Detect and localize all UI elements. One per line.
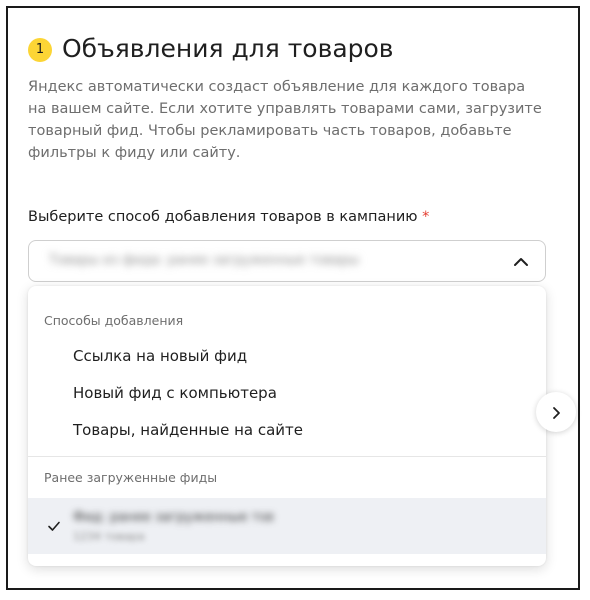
select-value: Товары из фида: ранее загруженные товары [49,253,359,268]
feed-title: Фид: ранее загруженные товары [73,510,273,525]
dropdown-divider [28,456,546,457]
section-description: Яндекс автоматически создаст объявление … [28,79,542,161]
check-icon [46,518,62,534]
option-feed-upload[interactable]: Новый фид с компьютера [28,375,546,411]
chevron-up-icon[interactable] [511,252,531,272]
add-method-dropdown: Способы добавления Ссылка на новый фид Н… [28,286,546,566]
option-site-products[interactable]: Товары, найденные на сайте [28,412,546,448]
group-header-feeds: Ранее загруженные фиды [44,470,218,485]
add-method-select[interactable]: Товары из фида: ранее загруженные товары [28,240,546,282]
field-label: Выберите способ добавления товаров в кам… [28,207,429,227]
section-title: Объявления для товаров [62,34,394,63]
option-label: Ссылка на новый фид [73,347,248,365]
required-marker: * [422,209,430,225]
chevron-right-icon [553,407,560,419]
option-previous-feed[interactable]: Фид: ранее загруженные товары 1234 товар… [28,498,546,554]
option-feed-link[interactable]: Ссылка на новый фид [28,338,546,374]
next-arrow-button[interactable] [536,392,576,432]
option-label: Товары, найденные на сайте [73,421,303,439]
step-badge: 1 [28,38,52,62]
feed-subtitle: 1234 товара [73,530,145,543]
option-label: Новый фид с компьютера [73,384,277,402]
group-header-methods: Способы добавления [44,313,184,328]
field-label-text: Выберите способ добавления товаров в кам… [28,209,418,225]
